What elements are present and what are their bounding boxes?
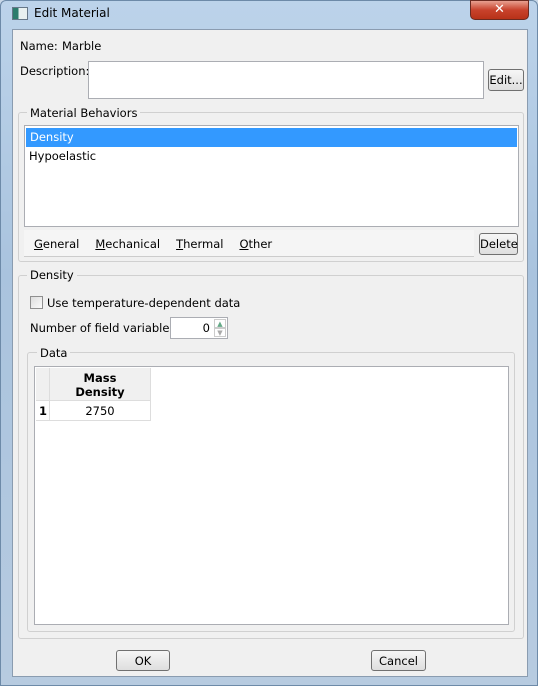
list-item-density[interactable]: Density <box>26 128 517 147</box>
menu-mechanical[interactable]: Mechanical <box>95 237 160 256</box>
name-label: Name: <box>20 39 58 53</box>
column-header-mass-density[interactable]: Mass Density <box>50 368 151 401</box>
menu-general[interactable]: General <box>34 237 79 256</box>
spin-up-icon[interactable]: ▲ <box>214 319 226 328</box>
description-label: Description: <box>20 64 90 78</box>
menu-other[interactable]: Other <box>239 237 272 256</box>
app-icon <box>12 7 28 20</box>
delete-button[interactable]: Delete <box>479 233 518 255</box>
field-variables-label: Number of field variables: <box>30 321 180 335</box>
table-cell[interactable]: 2750 <box>50 401 151 421</box>
behavior-menubar: General Mechanical Thermal Other <box>24 230 474 257</box>
data-table[interactable]: Mass Density 1 2750 <box>34 366 509 625</box>
name-value: Marble <box>62 39 102 53</box>
field-variables-spinbox[interactable]: 0 ▲ ▼ <box>170 317 228 339</box>
density-legend: Density <box>27 268 77 282</box>
field-variables-value: 0 <box>202 321 210 335</box>
temp-dependent-checkbox[interactable] <box>30 296 43 309</box>
list-item-hypoelastic[interactable]: Hypoelastic <box>25 147 518 166</box>
window-title: Edit Material <box>34 6 110 20</box>
row-header: 1 <box>36 401 50 421</box>
data-legend: Data <box>37 346 71 360</box>
menu-thermal[interactable]: Thermal <box>176 237 223 256</box>
temp-dependent-label: Use temperature-dependent data <box>47 296 241 310</box>
ok-button[interactable]: OK <box>116 650 170 671</box>
material-behaviors-legend: Material Behaviors <box>27 106 141 120</box>
description-input[interactable] <box>88 61 484 99</box>
spin-down-icon[interactable]: ▼ <box>214 328 226 337</box>
table-corner <box>36 368 50 401</box>
close-icon: ✕ <box>494 2 505 17</box>
edit-description-button[interactable]: Edit... <box>488 69 524 91</box>
cancel-button[interactable]: Cancel <box>371 650 426 671</box>
behaviors-list[interactable]: Density Hypoelastic <box>24 125 519 227</box>
close-button[interactable]: ✕ <box>470 0 529 20</box>
